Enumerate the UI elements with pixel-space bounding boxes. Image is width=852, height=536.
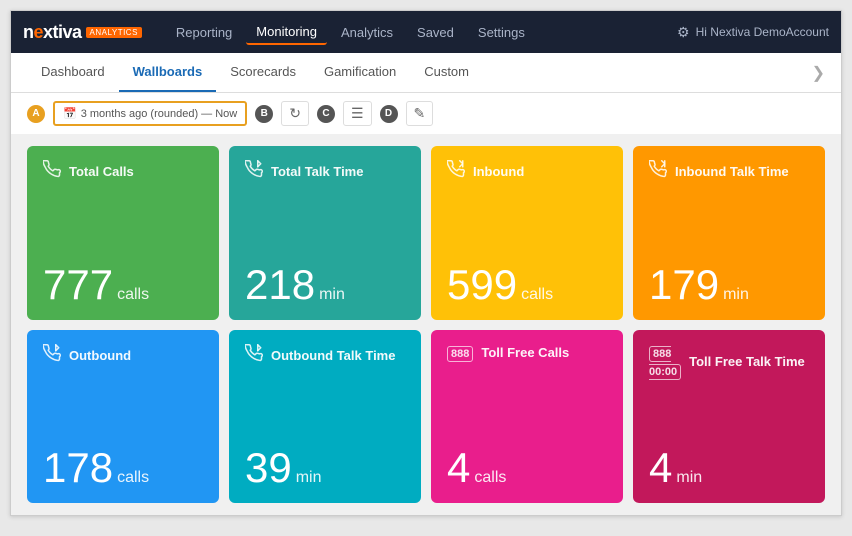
label-a: A <box>27 105 45 123</box>
tile-unit: calls <box>474 469 506 486</box>
date-range-text: 3 months ago (rounded) — Now <box>81 108 238 120</box>
nav-links: Reporting Monitoring Analytics Saved Set… <box>166 20 677 45</box>
tile-value-row: 178calls <box>43 447 203 489</box>
tile-label: Toll Free Calls <box>481 345 569 360</box>
tile-value-row: 179min <box>649 264 809 306</box>
toolbar: A 📅 3 months ago (rounded) — Now B ↻ C ☰… <box>11 93 841 134</box>
tile-outbound: Outbound 178calls <box>27 330 219 504</box>
logo: nextiva <box>23 22 82 43</box>
nav-settings[interactable]: Settings <box>468 21 535 44</box>
tile-value: 777 <box>43 261 113 308</box>
tile-total-talk-time: Total Talk Time 218min <box>229 146 421 320</box>
nav-reporting[interactable]: Reporting <box>166 21 242 44</box>
logo-area: nextiva ANALYTICS <box>23 22 142 43</box>
gear-icon[interactable]: ⚙ <box>677 24 690 41</box>
tile-value: 179 <box>649 261 719 308</box>
tile-value: 39 <box>245 444 292 491</box>
tile-icon <box>245 344 263 367</box>
analytics-badge: ANALYTICS <box>86 27 142 38</box>
tile-header: Inbound Talk Time <box>649 160 809 183</box>
tile-label: Inbound Talk Time <box>675 164 789 179</box>
sub-nav: Dashboard Wallboards Scorecards Gamifica… <box>11 53 841 93</box>
tile-value: 4 <box>447 444 470 491</box>
edit-button[interactable]: ✎ <box>406 101 434 126</box>
tile-label: Outbound Talk Time <box>271 348 395 363</box>
tile-inbound-talk-time: Inbound Talk Time 179min <box>633 146 825 320</box>
label-c: C <box>317 105 335 123</box>
tile-value: 218 <box>245 261 315 308</box>
tile-inbound: Inbound 599calls <box>431 146 623 320</box>
tab-wallboards[interactable]: Wallboards <box>119 53 217 92</box>
tile-icon: 888 <box>447 344 473 362</box>
nav-right: ⚙ Hi Nextiva DemoAccount <box>677 24 829 41</box>
tab-gamification[interactable]: Gamification <box>310 53 410 92</box>
user-greeting: Hi Nextiva DemoAccount <box>696 25 829 39</box>
tile-toll-free-calls: 888 Toll Free Calls 4calls <box>431 330 623 504</box>
top-nav: nextiva ANALYTICS Reporting Monitoring A… <box>11 11 841 53</box>
label-d: D <box>380 105 398 123</box>
tile-header: Outbound Talk Time <box>245 344 405 367</box>
refresh-icon: ↻ <box>289 105 301 122</box>
nav-monitoring[interactable]: Monitoring <box>246 20 327 45</box>
tile-value-row: 777calls <box>43 264 203 306</box>
tab-dashboard[interactable]: Dashboard <box>27 53 119 92</box>
tile-label: Inbound <box>473 164 524 179</box>
label-b: B <box>255 105 273 123</box>
next-arrow-icon[interactable]: ❯ <box>812 63 825 83</box>
content-area: Total Calls 777calls Total Talk Time 218… <box>11 134 841 515</box>
tile-header: 88800:00 Toll Free Talk Time <box>649 344 809 380</box>
tile-label: Outbound <box>69 348 131 363</box>
tile-label: Total Calls <box>69 164 134 179</box>
tile-header: Total Talk Time <box>245 160 405 183</box>
tile-icon <box>43 160 61 183</box>
calendar-icon: 📅 <box>63 107 77 120</box>
tile-header: 888 Toll Free Calls <box>447 344 607 362</box>
tile-value: 4 <box>649 444 672 491</box>
date-range-button[interactable]: 📅 3 months ago (rounded) — Now <box>53 101 247 126</box>
tile-unit: min <box>319 286 345 303</box>
tile-icon: 88800:00 <box>649 344 681 380</box>
tile-label: Toll Free Talk Time <box>689 354 805 369</box>
tile-unit: min <box>723 286 749 303</box>
tile-icon <box>43 344 61 367</box>
tile-value: 178 <box>43 444 113 491</box>
tab-custom[interactable]: Custom <box>410 53 483 92</box>
nav-saved[interactable]: Saved <box>407 21 464 44</box>
filter-button[interactable]: ☰ <box>343 101 372 126</box>
tile-icon <box>245 160 263 183</box>
tile-unit: calls <box>117 469 149 486</box>
tile-icon <box>649 160 667 183</box>
tile-label: Total Talk Time <box>271 164 363 179</box>
tile-header: Outbound <box>43 344 203 367</box>
tile-outbound-talk-time: Outbound Talk Time 39min <box>229 330 421 504</box>
tile-value-row: 218min <box>245 264 405 306</box>
tile-unit: calls <box>117 286 149 303</box>
tile-unit: calls <box>521 286 553 303</box>
tile-icon <box>447 160 465 183</box>
app-frame: nextiva ANALYTICS Reporting Monitoring A… <box>10 10 842 516</box>
tile-unit: min <box>296 469 322 486</box>
tile-toll-free-talk-time: 88800:00 Toll Free Talk Time 4min <box>633 330 825 504</box>
tile-header: Total Calls <box>43 160 203 183</box>
tile-header: Inbound <box>447 160 607 183</box>
filter-icon: ☰ <box>351 105 364 122</box>
tiles-grid: Total Calls 777calls Total Talk Time 218… <box>27 146 825 503</box>
tile-value: 599 <box>447 261 517 308</box>
tile-value-row: 599calls <box>447 264 607 306</box>
tile-total-calls: Total Calls 777calls <box>27 146 219 320</box>
tab-scorecards[interactable]: Scorecards <box>216 53 310 92</box>
tile-value-row: 39min <box>245 447 405 489</box>
tile-unit: min <box>676 469 702 486</box>
tile-value-row: 4min <box>649 447 809 489</box>
edit-icon: ✎ <box>414 105 426 122</box>
tile-value-row: 4calls <box>447 447 607 489</box>
nav-analytics[interactable]: Analytics <box>331 21 403 44</box>
refresh-button[interactable]: ↻ <box>281 101 309 126</box>
